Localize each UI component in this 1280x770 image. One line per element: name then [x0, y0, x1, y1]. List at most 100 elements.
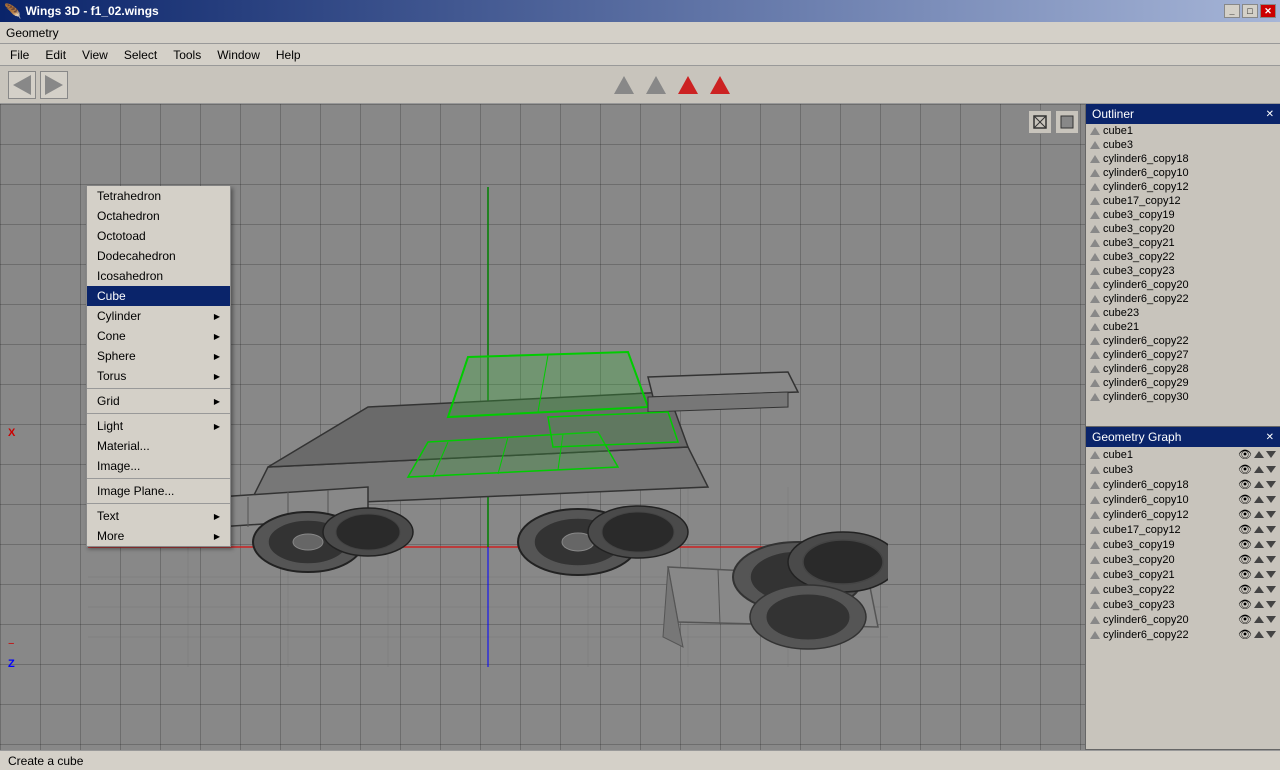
eye-icon[interactable]: 👁	[1238, 553, 1252, 566]
down-arrow-icon[interactable]	[1266, 616, 1276, 623]
geo-row[interactable]: cylinder6_copy18 👁	[1086, 477, 1280, 492]
menu-file[interactable]: File	[2, 46, 37, 64]
eye-icon[interactable]: 👁	[1238, 463, 1252, 476]
list-item[interactable]: cylinder6_copy27	[1086, 348, 1280, 362]
action-btn-4[interactable]	[706, 71, 734, 99]
menu-grid[interactable]: Grid▶	[87, 391, 230, 411]
menu-tools[interactable]: Tools	[165, 46, 209, 64]
action-btn-2[interactable]	[642, 71, 670, 99]
geo-row[interactable]: cylinder6_copy12 👁	[1086, 507, 1280, 522]
menu-window[interactable]: Window	[209, 46, 268, 64]
eye-icon[interactable]: 👁	[1238, 613, 1252, 626]
geo-row[interactable]: cylinder6_copy22 👁	[1086, 627, 1280, 642]
menu-edit[interactable]: Edit	[37, 46, 74, 64]
geo-row[interactable]: cube17_copy12 👁	[1086, 522, 1280, 537]
menu-text[interactable]: Text▶	[87, 506, 230, 526]
menu-icosahedron[interactable]: Icosahedron	[87, 266, 230, 286]
down-arrow-icon[interactable]	[1266, 631, 1276, 638]
list-item[interactable]: cube23	[1086, 306, 1280, 320]
eye-icon[interactable]: 👁	[1238, 538, 1252, 551]
close-button[interactable]: ✕	[1260, 4, 1276, 18]
action-btn-1[interactable]	[610, 71, 638, 99]
up-arrow-icon[interactable]	[1254, 481, 1264, 488]
eye-icon[interactable]: 👁	[1238, 523, 1252, 536]
wireframe-view-button[interactable]	[1028, 110, 1052, 134]
eye-icon[interactable]: 👁	[1238, 598, 1252, 611]
eye-icon[interactable]: 👁	[1238, 583, 1252, 596]
list-item[interactable]: cube3_copy19	[1086, 208, 1280, 222]
geo-row[interactable]: cylinder6_copy10 👁	[1086, 492, 1280, 507]
menu-cube[interactable]: Cube	[87, 286, 230, 306]
up-arrow-icon[interactable]	[1254, 466, 1264, 473]
geo-row[interactable]: cube3_copy21 👁	[1086, 567, 1280, 582]
up-arrow-icon[interactable]	[1254, 601, 1264, 608]
outliner-content[interactable]: cube1 cube3 cylinder6_copy18 cylinder6_c…	[1086, 124, 1280, 426]
up-arrow-icon[interactable]	[1254, 526, 1264, 533]
menu-view[interactable]: View	[74, 46, 116, 64]
up-arrow-icon[interactable]	[1254, 511, 1264, 518]
menu-cylinder[interactable]: Cylinder▶	[87, 306, 230, 326]
minimize-button[interactable]: _	[1224, 4, 1240, 18]
eye-icon[interactable]: 👁	[1238, 568, 1252, 581]
list-item[interactable]: cylinder6_copy22	[1086, 292, 1280, 306]
menu-cone[interactable]: Cone▶	[87, 326, 230, 346]
menu-more[interactable]: More▶	[87, 526, 230, 546]
down-arrow-icon[interactable]	[1266, 511, 1276, 518]
down-arrow-icon[interactable]	[1266, 556, 1276, 563]
up-arrow-icon[interactable]	[1254, 586, 1264, 593]
down-arrow-icon[interactable]	[1266, 466, 1276, 473]
list-item[interactable]: cylinder6_copy18	[1086, 152, 1280, 166]
down-arrow-icon[interactable]	[1266, 451, 1276, 458]
menu-material[interactable]: Material...	[87, 436, 230, 456]
menu-tetrahedron[interactable]: Tetrahedron	[87, 186, 230, 206]
maximize-button[interactable]: □	[1242, 4, 1258, 18]
up-arrow-icon[interactable]	[1254, 556, 1264, 563]
up-arrow-icon[interactable]	[1254, 451, 1264, 458]
geometry-graph-content[interactable]: cube1 👁 cube3 👁	[1086, 447, 1280, 749]
menu-image-plane[interactable]: Image Plane...	[87, 481, 230, 501]
menu-octahedron[interactable]: Octahedron	[87, 206, 230, 226]
eye-icon[interactable]: 👁	[1238, 493, 1252, 506]
nav-back-button[interactable]	[8, 71, 36, 99]
menu-image[interactable]: Image...	[87, 456, 230, 476]
down-arrow-icon[interactable]	[1266, 541, 1276, 548]
up-arrow-icon[interactable]	[1254, 496, 1264, 503]
geo-row[interactable]: cylinder6_copy20 👁	[1086, 612, 1280, 627]
list-item[interactable]: cube17_copy12	[1086, 194, 1280, 208]
eye-icon[interactable]: 👁	[1238, 478, 1252, 491]
down-arrow-icon[interactable]	[1266, 481, 1276, 488]
menu-sphere[interactable]: Sphere▶	[87, 346, 230, 366]
eye-icon[interactable]: 👁	[1238, 508, 1252, 521]
menu-light[interactable]: Light▶	[87, 416, 230, 436]
context-menu[interactable]: Tetrahedron Octahedron Octotoad Dodecahe…	[86, 186, 231, 547]
menu-torus[interactable]: Torus▶	[87, 366, 230, 386]
down-arrow-icon[interactable]	[1266, 496, 1276, 503]
list-item[interactable]: cube3_copy20	[1086, 222, 1280, 236]
list-item[interactable]: cube21	[1086, 320, 1280, 334]
list-item[interactable]: cylinder6_copy22	[1086, 334, 1280, 348]
menu-help[interactable]: Help	[268, 46, 309, 64]
solid-view-button[interactable]	[1055, 110, 1079, 134]
list-item[interactable]: cylinder6_copy10	[1086, 166, 1280, 180]
menu-select[interactable]: Select	[116, 46, 165, 64]
geometry-graph-close-button[interactable]: ✕	[1266, 432, 1274, 443]
nav-forward-button[interactable]	[40, 71, 68, 99]
geo-row[interactable]: cube3_copy20 👁	[1086, 552, 1280, 567]
list-item[interactable]: cube1	[1086, 124, 1280, 138]
geo-row[interactable]: cube3_copy19 👁	[1086, 537, 1280, 552]
down-arrow-icon[interactable]	[1266, 601, 1276, 608]
menu-octotoad[interactable]: Octotoad	[87, 226, 230, 246]
up-arrow-icon[interactable]	[1254, 616, 1264, 623]
list-item[interactable]: cylinder6_copy12	[1086, 180, 1280, 194]
up-arrow-icon[interactable]	[1254, 541, 1264, 548]
viewport[interactable]: X − Z	[0, 104, 1085, 750]
list-item[interactable]: cylinder6_copy29	[1086, 376, 1280, 390]
list-item[interactable]: cylinder6_copy20	[1086, 278, 1280, 292]
list-item[interactable]: cylinder6_copy28	[1086, 362, 1280, 376]
eye-icon[interactable]: 👁	[1238, 628, 1252, 641]
list-item[interactable]: cube3_copy23	[1086, 264, 1280, 278]
geo-row[interactable]: cube3 👁	[1086, 462, 1280, 477]
list-item[interactable]: cube3_copy22	[1086, 250, 1280, 264]
down-arrow-icon[interactable]	[1266, 586, 1276, 593]
action-btn-3[interactable]	[674, 71, 702, 99]
